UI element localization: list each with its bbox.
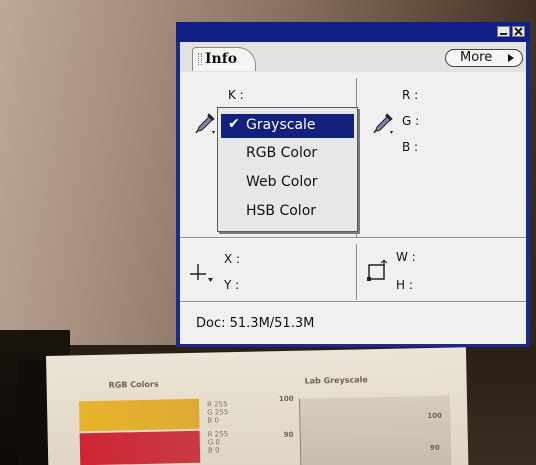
- card-red-patch: [79, 430, 201, 465]
- section-divider-highlight: [180, 302, 526, 303]
- minimize-icon[interactable]: [497, 26, 510, 37]
- menu-item-label: RGB Color: [246, 145, 318, 161]
- middle-section-divider: [356, 244, 357, 300]
- eyedropper-icon[interactable]: [372, 112, 394, 136]
- selection-size-icon: [367, 260, 388, 281]
- menu-item-grayscale[interactable]: ✔ Grayscale: [221, 114, 354, 138]
- doc-size-status: Doc: 51.3M/51.3M: [196, 316, 315, 331]
- readout-y: Y :: [224, 278, 240, 292]
- card-tick-3: 100: [427, 411, 443, 421]
- more-button-label: More: [460, 50, 493, 65]
- card-tick-2: 90: [283, 430, 294, 440]
- readout-k: K :: [228, 88, 244, 102]
- menu-item-label: Grayscale: [246, 117, 316, 133]
- grip-icon: [198, 53, 202, 65]
- menu-item-label: Web Color: [246, 174, 318, 190]
- color-test-card: RGB Colors Lab Greyscale R 255 G 255 B 0…: [46, 347, 469, 465]
- close-icon[interactable]: [512, 26, 525, 37]
- tab-info-label: Info: [205, 51, 238, 67]
- checkmark-icon: ✔: [228, 116, 240, 132]
- readout-r: R :: [402, 88, 419, 102]
- crosshair-icon: [190, 264, 213, 282]
- tab-row: Info More: [180, 42, 526, 72]
- card-tick-4: 90: [429, 443, 440, 452]
- card-greyscale-patch: [298, 395, 452, 465]
- menu-item-web-color[interactable]: Web Color: [221, 171, 354, 195]
- tab-info[interactable]: Info: [192, 47, 256, 71]
- more-button[interactable]: More: [445, 49, 523, 67]
- card-label-bottom-3: B 0: [207, 446, 220, 455]
- card-caption-lab: Lab Greyscale: [304, 375, 368, 386]
- card-label-bottom-1: R 255: [207, 430, 229, 439]
- menu-item-label: HSB Color: [246, 203, 317, 219]
- readout-x: X :: [224, 252, 241, 266]
- readout-g: G :: [402, 114, 420, 128]
- readout-b: B :: [402, 140, 419, 154]
- menu-item-hsb-color[interactable]: HSB Color: [221, 200, 354, 224]
- card-caption-rgb: RGB Colors: [108, 379, 159, 390]
- readout-w: W :: [396, 250, 416, 264]
- card-yellow-patch: [78, 398, 200, 432]
- palette-title-bar[interactable]: [176, 22, 530, 42]
- section-divider-highlight: [180, 238, 526, 239]
- color-mode-menu: ✔ Grayscale RGB Color Web Color HSB Colo…: [217, 107, 358, 232]
- card-label-top-2: G 255: [207, 408, 229, 417]
- more-arrow-icon: [508, 54, 514, 62]
- card-tick-1: 100: [278, 394, 294, 404]
- card-label-bottom-2: G 0: [207, 438, 221, 447]
- eyedropper-icon[interactable]: [194, 112, 216, 136]
- card-label-top-3: B 0: [207, 416, 219, 425]
- readout-h: H :: [396, 278, 413, 292]
- menu-item-rgb-color[interactable]: RGB Color: [221, 142, 354, 166]
